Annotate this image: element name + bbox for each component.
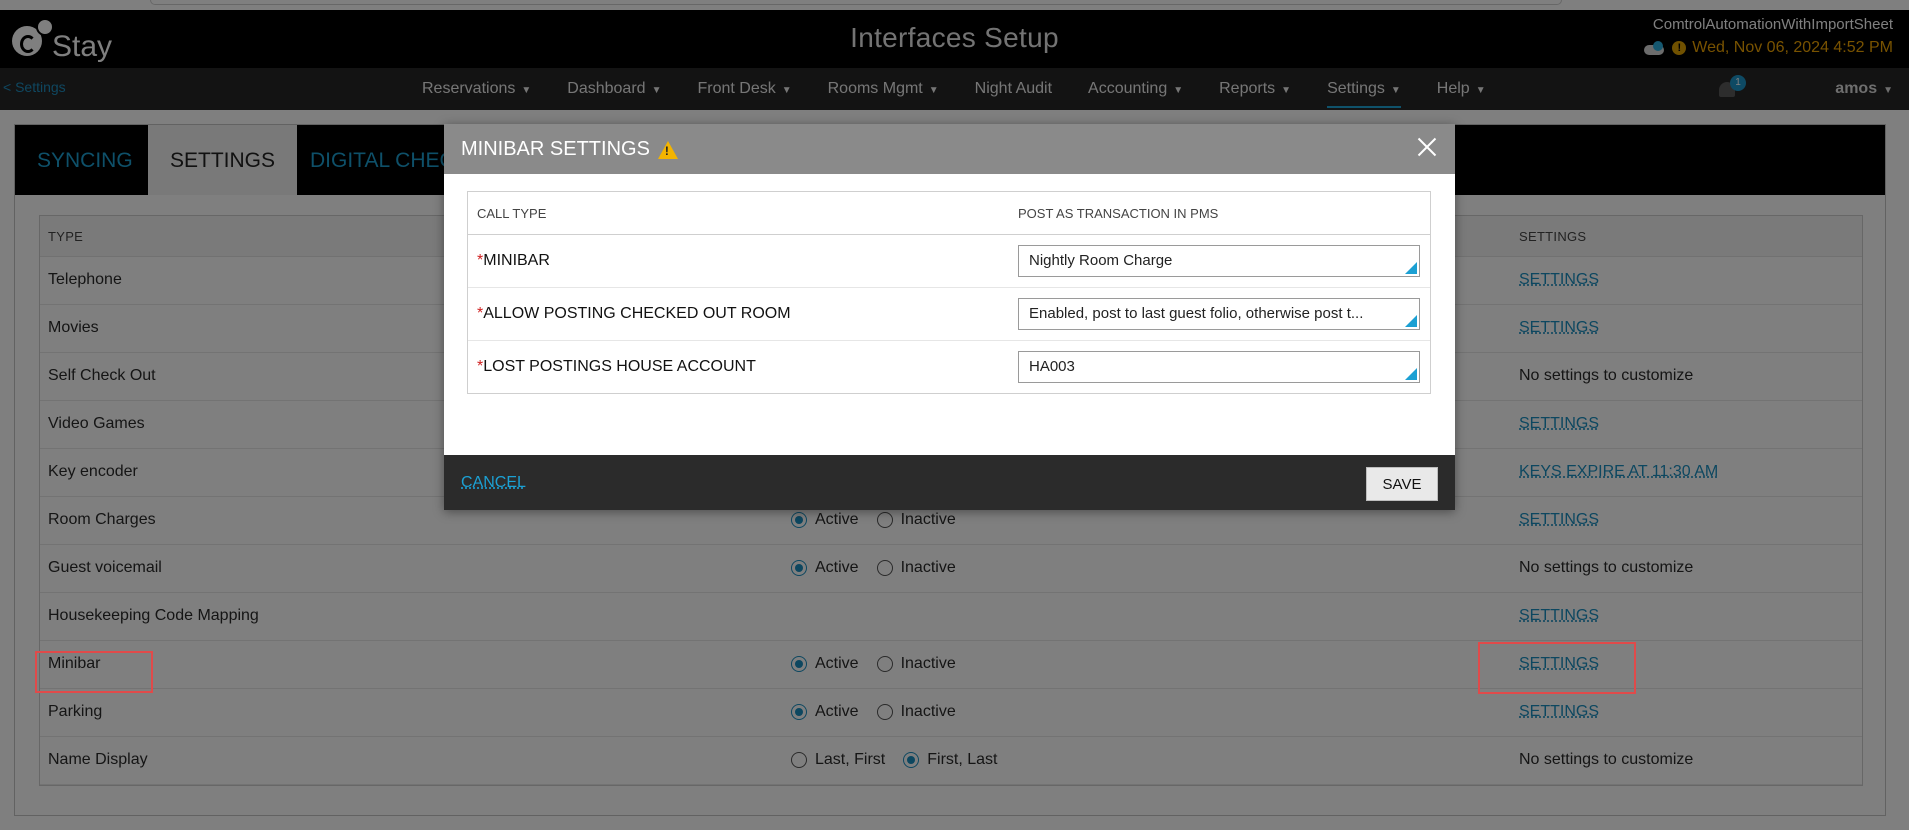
highlight-minibar-settings <box>1478 642 1636 694</box>
column-post-as: POST AS TRANSACTION IN PMS <box>1018 206 1219 221</box>
house-account-select[interactable]: HA003 <box>1018 351 1420 383</box>
column-call-type: CALL TYPE <box>477 206 547 221</box>
dialog-title: MINIBAR SETTINGS <box>461 138 650 160</box>
row-label-text: ALLOW POSTING CHECKED OUT ROOM <box>483 305 791 322</box>
dialog-footer: CANCEL SAVE <box>444 455 1455 510</box>
close-icon[interactable] <box>1415 135 1439 159</box>
select-value: Nightly Room Charge <box>1029 252 1173 269</box>
minibar-select[interactable]: Nightly Room Charge <box>1018 245 1420 277</box>
warning-icon <box>657 140 678 159</box>
select-value: Enabled, post to last guest folio, other… <box>1029 305 1364 322</box>
dropdown-corner-icon <box>1405 368 1417 380</box>
select-value: HA003 <box>1029 358 1075 375</box>
allow-posting-select[interactable]: Enabled, post to last guest folio, other… <box>1018 298 1420 330</box>
row-label: *ALLOW POSTING CHECKED OUT ROOM <box>477 305 791 323</box>
dialog-table: CALL TYPE POST AS TRANSACTION IN PMS *MI… <box>467 191 1431 394</box>
row-label: *LOST POSTINGS HOUSE ACCOUNT <box>477 358 756 376</box>
dialog-table-header: CALL TYPE POST AS TRANSACTION IN PMS <box>468 192 1430 235</box>
minibar-settings-dialog: MINIBAR SETTINGS CALL TYPE POST AS TRANS… <box>444 124 1455 510</box>
dropdown-corner-icon <box>1405 315 1417 327</box>
highlight-minibar-type <box>35 651 153 693</box>
row-label-text: MINIBAR <box>483 252 550 269</box>
dropdown-corner-icon <box>1405 262 1417 274</box>
dialog-header: MINIBAR SETTINGS <box>444 124 1455 174</box>
dialog-title-group: MINIBAR SETTINGS <box>461 138 678 161</box>
cancel-button[interactable]: CANCEL <box>461 474 526 492</box>
dialog-row-allow-posting: *ALLOW POSTING CHECKED OUT ROOM Enabled,… <box>468 288 1430 341</box>
save-button[interactable]: SAVE <box>1366 467 1438 501</box>
row-label-text: LOST POSTINGS HOUSE ACCOUNT <box>483 358 756 375</box>
dialog-row-minibar: *MINIBAR Nightly Room Charge <box>468 235 1430 288</box>
dialog-row-lost-postings: *LOST POSTINGS HOUSE ACCOUNT HA003 <box>468 341 1430 393</box>
row-label: *MINIBAR <box>477 252 550 270</box>
